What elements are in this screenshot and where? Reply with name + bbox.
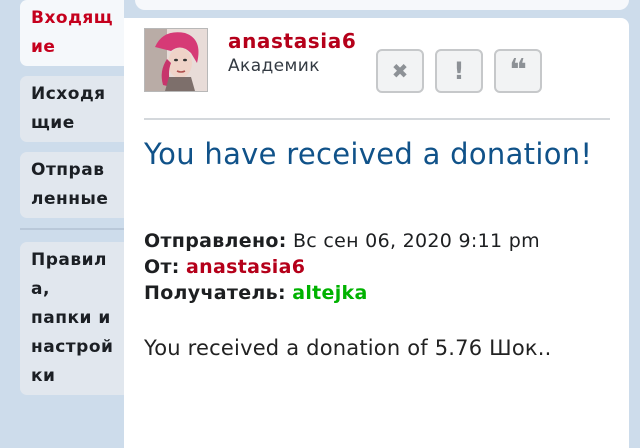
from-label: От: <box>144 256 180 278</box>
author-rank: Академик <box>228 56 320 76</box>
folder-rules-settings[interactable]: Правил а, папки и настрой ки <box>20 242 124 395</box>
message-subject[interactable]: You have received a donation! <box>144 134 604 174</box>
folder-outbox[interactable]: Исходя щие <box>20 76 124 142</box>
post-divider <box>144 118 610 120</box>
quote-icon: ❝ <box>509 53 527 88</box>
sidebar-divider <box>20 228 124 230</box>
close-icon: ✖ <box>391 59 409 83</box>
folder-sent[interactable]: Отправ ленные <box>20 152 124 218</box>
previous-panel-edge <box>135 0 629 10</box>
pm-folders-sidebar: Входящ ие Исходя щие Отправ ленные Прави… <box>20 0 124 405</box>
sent-label: Отправлено: <box>144 230 287 252</box>
author-username[interactable]: anastasia6 <box>228 29 356 53</box>
sent-value: Вс сен 06, 2020 9:11 pm <box>292 230 540 252</box>
from-row: От: anastasia6 <box>144 256 305 278</box>
exclamation-icon: ! <box>453 57 465 85</box>
recipient-username[interactable]: altejka <box>292 282 367 304</box>
sent-date-row: Отправлено: Вс сен 06, 2020 9:11 pm <box>144 230 540 252</box>
folder-inbox[interactable]: Входящ ие <box>20 0 124 66</box>
message-body: You received a donation of 5.76 Шок.. <box>144 336 552 360</box>
avatar[interactable] <box>144 28 208 92</box>
recipient-label: Получатель: <box>144 282 286 304</box>
delete-button[interactable]: ✖ <box>376 49 424 93</box>
quote-button[interactable]: ❝ <box>494 49 542 93</box>
message-panel: anastasia6 Академик ✖ ! ❝ You have recei… <box>124 18 629 448</box>
report-button[interactable]: ! <box>435 49 483 93</box>
from-username[interactable]: anastasia6 <box>186 256 305 278</box>
recipient-row: Получатель: altejka <box>144 282 368 304</box>
